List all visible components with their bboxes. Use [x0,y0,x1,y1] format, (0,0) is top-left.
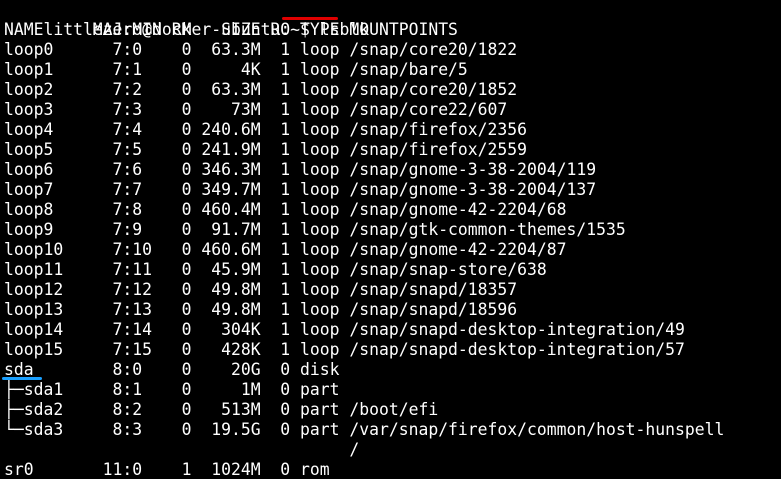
output-row-sda3: └─sda3 8:3 0 19.5G 0 part /var/snap/fire… [4,420,725,439]
output-row: loop1 7:1 0 4K 1 loop /snap/bare/5 [4,60,468,79]
output-row: loop7 7:7 0 349.7M 1 loop /snap/gnome-3-… [4,180,597,199]
output-row: loop3 7:3 0 73M 1 loop /snap/core22/607 [4,100,508,119]
output-row: loop2 7:2 0 63.3M 1 loop /snap/core20/18… [4,80,518,99]
column-header: NAME MAJ:MIN RM SIZE RO TYPE MOUNTPOINTS [4,20,458,39]
output-row: loop9 7:9 0 91.7M 1 loop /snap/gtk-commo… [4,220,626,239]
output-row: loop5 7:5 0 241.9M 1 loop /snap/firefox/… [4,140,528,159]
output-row: loop12 7:12 0 49.8M 1 loop /snap/snapd/1… [4,280,518,299]
prompt-line: littlezero@docker-ubuntu:~$ lsblk [4,0,781,39]
command-underline-annotation [282,17,338,20]
output-row: loop4 7:4 0 240.6M 1 loop /snap/firefox/… [4,120,528,139]
output-row: loop11 7:11 0 45.9M 1 loop /snap/snap-st… [4,260,547,279]
terminal-window[interactable]: littlezero@docker-ubuntu:~$ lsblk NAME M… [0,0,781,479]
output-row: loop14 7:14 0 304K 1 loop /snap/snapd-de… [4,320,685,339]
output-row: loop15 7:15 0 428K 1 loop /snap/snapd-de… [4,340,685,359]
output-row-sda1: ├─sda1 8:1 0 1M 0 part [4,380,340,399]
output-row: loop8 7:8 0 460.4M 1 loop /snap/gnome-42… [4,200,567,219]
output-row-continuation: / [4,440,360,459]
output-row: loop6 7:6 0 346.3M 1 loop /snap/gnome-3-… [4,160,597,179]
output-row-sda2: ├─sda2 8:2 0 513M 0 part /boot/efi [4,400,439,419]
output-row-sda: sda 8:0 0 20G 0 disk [4,360,340,379]
sda-underline-annotation [2,377,42,380]
output-row: loop13 7:13 0 49.8M 1 loop /snap/snapd/1… [4,300,518,319]
output-row: loop0 7:0 0 63.3M 1 loop /snap/core20/18… [4,40,518,59]
output-row: loop10 7:10 0 460.6M 1 loop /snap/gnome-… [4,240,567,259]
output-row-sr0: sr0 11:0 1 1024M 0 rom [4,460,330,479]
